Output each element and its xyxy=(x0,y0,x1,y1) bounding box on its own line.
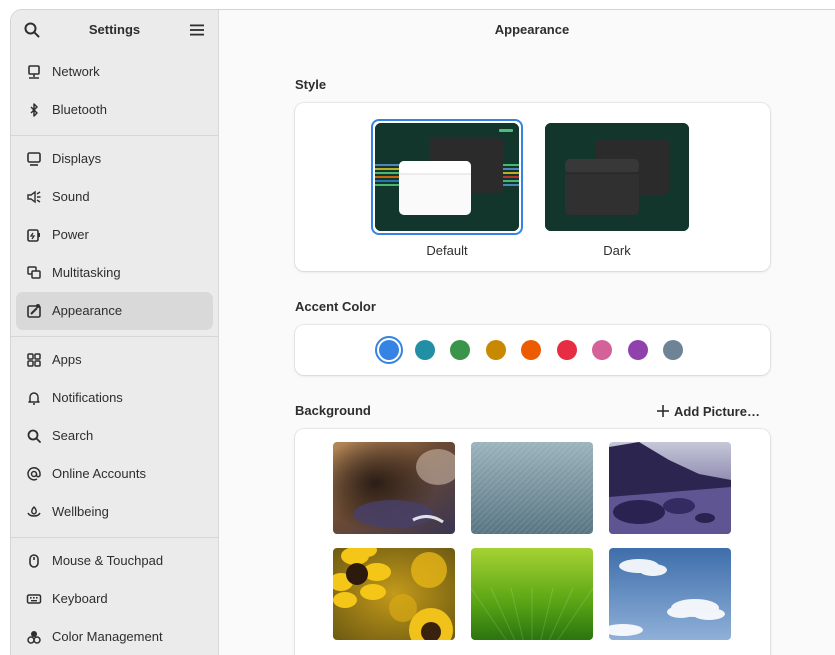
sidebar-list: Network Bluetooth Displays Sound Power Multit… xyxy=(11,53,218,655)
apps-grid-icon xyxy=(27,353,41,367)
speaker-icon xyxy=(27,190,41,204)
style-option-label: Dark xyxy=(603,243,631,258)
accent-color-swatch[interactable] xyxy=(414,340,435,360)
accent-color-swatch[interactable] xyxy=(556,340,577,360)
sidebar-item-label: Displays xyxy=(52,151,102,166)
style-card: Default Dark xyxy=(295,103,770,271)
accent-color-swatch[interactable] xyxy=(450,340,470,360)
sidebar-item-appearance[interactable]: Appearance xyxy=(16,292,213,330)
wallpaper-sunflowers[interactable] xyxy=(333,548,455,640)
sidebar-item-wellbeing[interactable]: Wellbeing xyxy=(16,493,213,531)
settings-window: Settings Network Bluetooth Displays Sound Po… xyxy=(10,9,835,655)
sidebar-item-mouse-touchpad[interactable]: Mouse & Touchpad xyxy=(16,542,213,580)
sidebar-item-label: Online Accounts xyxy=(52,466,146,481)
wallpaper-clouds[interactable] xyxy=(609,548,731,640)
sidebar-item-online-accounts[interactable]: Online Accounts xyxy=(16,455,213,493)
display-icon xyxy=(27,152,41,166)
style-preview-dark xyxy=(545,123,689,231)
sidebar-item-search[interactable]: Search xyxy=(16,417,213,455)
page-title: Appearance xyxy=(494,22,570,37)
sidebar-item-network[interactable]: Network xyxy=(16,53,213,91)
sidebar-item-label: Power xyxy=(52,227,89,242)
accent-card xyxy=(295,325,770,375)
accent-color-swatch[interactable] xyxy=(485,340,506,360)
bell-icon xyxy=(28,392,40,405)
add-picture-label: Add Picture… xyxy=(674,404,760,419)
sidebar-separator xyxy=(11,537,218,538)
background-section-title: Background xyxy=(295,403,371,418)
accent-color-swatch[interactable] xyxy=(592,340,612,360)
sidebar-item-notifications[interactable]: Notifications xyxy=(16,379,213,417)
search-icon xyxy=(27,429,41,443)
style-preview-default xyxy=(375,123,519,231)
sidebar-item-label: Bluetooth xyxy=(52,102,107,117)
sidebar-item-multitasking[interactable]: Multitasking xyxy=(16,254,213,292)
accent-color-swatch[interactable] xyxy=(521,340,541,360)
sidebar-item-power[interactable]: Power xyxy=(16,216,213,254)
hamburger-menu-icon[interactable] xyxy=(188,21,206,39)
sidebar-item-label: Wellbeing xyxy=(52,504,109,519)
at-sign-icon xyxy=(27,467,41,481)
wallpaper-beach[interactable] xyxy=(609,442,731,534)
wellbeing-icon xyxy=(27,506,41,517)
network-icon xyxy=(28,65,40,79)
sidebar-header: Settings xyxy=(11,10,218,50)
sidebar-item-color-management[interactable]: Color Management xyxy=(16,618,213,655)
sidebar-item-label: Network xyxy=(52,64,100,79)
content-header: Appearance xyxy=(220,10,835,50)
plus-icon xyxy=(657,405,669,417)
style-section-title: Style xyxy=(295,77,327,92)
sidebar-item-sound[interactable]: Sound xyxy=(16,178,213,216)
sidebar-item-apps[interactable]: Apps xyxy=(16,341,213,379)
mouse-icon xyxy=(29,554,39,568)
style-option-label: Default xyxy=(426,243,468,258)
sidebar-title: Settings xyxy=(88,22,141,37)
sidebar-item-label: Color Management xyxy=(52,629,163,644)
accent-color-swatch[interactable] xyxy=(627,340,648,360)
accent-color-swatch[interactable] xyxy=(375,336,403,364)
wallpaper-bear[interactable] xyxy=(333,442,455,534)
power-icon xyxy=(27,229,40,242)
color-palette-icon xyxy=(27,631,41,644)
main-content: Appearance Style Default Dark Accent Col… xyxy=(220,10,835,655)
wallpaper-texture[interactable] xyxy=(471,442,593,534)
sidebar-item-label: Search xyxy=(52,428,94,443)
accent-section-title: Accent Color xyxy=(295,299,376,314)
accent-color-row xyxy=(295,325,770,375)
sidebar-item-label: Keyboard xyxy=(52,591,108,606)
sidebar-item-keyboard[interactable]: Keyboard xyxy=(16,580,213,618)
sidebar-item-label: Multitasking xyxy=(52,265,121,280)
wallpaper-green-rays[interactable] xyxy=(471,548,593,640)
appearance-icon xyxy=(27,304,41,318)
accent-color-swatch[interactable] xyxy=(663,340,683,360)
multitasking-icon xyxy=(27,266,41,279)
sidebar-item-label: Apps xyxy=(52,352,82,367)
sidebar-item-label: Notifications xyxy=(52,390,123,405)
bluetooth-icon xyxy=(30,103,38,117)
sidebar-item-bluetooth[interactable]: Bluetooth xyxy=(16,91,213,129)
sidebar: Settings Network Bluetooth Displays Sound Po… xyxy=(11,10,219,655)
sidebar-item-displays[interactable]: Displays xyxy=(16,140,213,178)
background-card xyxy=(295,429,770,655)
keyboard-icon xyxy=(26,594,42,604)
sidebar-item-label: Sound xyxy=(52,189,90,204)
sidebar-separator xyxy=(11,135,218,136)
sidebar-item-label: Mouse & Touchpad xyxy=(52,553,164,568)
sidebar-item-label: Appearance xyxy=(52,303,123,318)
sidebar-separator xyxy=(11,336,218,337)
